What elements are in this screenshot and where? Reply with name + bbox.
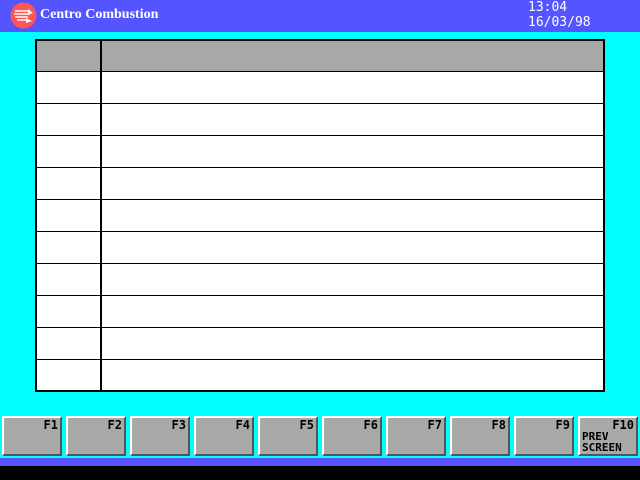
f5-button[interactable]: F5 [258, 416, 318, 456]
f4-button[interactable]: F4 [194, 416, 254, 456]
f6-button[interactable]: F6 [322, 416, 382, 456]
table-cell [107, 296, 597, 327]
fkey-number: F6 [363, 418, 378, 432]
table-cell [41, 200, 98, 231]
table-cell [107, 200, 597, 231]
f9-button[interactable]: F9 [514, 416, 574, 456]
fkey-number: F2 [107, 418, 122, 432]
table-row[interactable] [37, 168, 603, 200]
table-cell [41, 360, 98, 391]
f1-button[interactable]: F1 [2, 416, 62, 456]
table-row[interactable] [37, 104, 603, 136]
table-row[interactable] [37, 200, 603, 232]
table-cell [107, 232, 597, 263]
fkey-number: F4 [235, 418, 250, 432]
fkey-number: F9 [555, 418, 570, 432]
table-header-row [37, 41, 603, 72]
table-cell [41, 232, 98, 263]
title-bar: Centro Combustion 13:04 16/03/98 [0, 0, 640, 32]
table-row[interactable] [37, 72, 603, 104]
table-cell [41, 328, 98, 359]
f8-button[interactable]: F8 [450, 416, 510, 456]
table-row[interactable] [37, 296, 603, 328]
f10-prev-screen-button[interactable]: F10 PREV SCREEN [578, 416, 638, 456]
time-display: 13:04 [528, 0, 568, 15]
fkey-number: F7 [427, 418, 442, 432]
table-cell [41, 168, 98, 199]
fkey-number: F5 [299, 418, 314, 432]
date-display: 16/03/98 [528, 15, 591, 30]
app-title: Centro Combustion [40, 7, 159, 22]
table-row[interactable] [37, 232, 603, 264]
status-strip [0, 458, 640, 466]
fkey-number: F8 [491, 418, 506, 432]
fkey-number: F3 [171, 418, 186, 432]
clock-display: 13:04 16/03/98 [528, 0, 591, 30]
bottom-border [0, 466, 640, 480]
table-cell [41, 104, 98, 135]
table-cell [41, 72, 98, 103]
table-row[interactable] [37, 264, 603, 296]
table-cell [107, 328, 597, 359]
table-header-cell [107, 41, 597, 72]
function-key-bar: F1 F2 F3 F4 F5 F6 F7 F8 F9 F10 PREV SCRE… [0, 416, 640, 458]
main-screen: Centro Combustion 13:04 16/03/98 F1 F2 F… [0, 0, 640, 480]
table-cell [107, 360, 597, 391]
column-divider [100, 41, 102, 390]
table-row[interactable] [37, 328, 603, 360]
table-row[interactable] [37, 136, 603, 168]
table-header-cell [41, 41, 98, 72]
fkey-number: F10 [612, 418, 634, 432]
table-cell [107, 104, 597, 135]
fkey-number: F1 [43, 418, 58, 432]
f2-button[interactable]: F2 [66, 416, 126, 456]
table-cell [41, 136, 98, 167]
table-row[interactable] [37, 360, 603, 392]
data-table [35, 39, 605, 392]
table-cell [107, 264, 597, 295]
table-cell [107, 168, 597, 199]
table-cell [41, 264, 98, 295]
fkey-label: PREV SCREEN [582, 430, 622, 454]
f7-button[interactable]: F7 [386, 416, 446, 456]
table-cell [41, 296, 98, 327]
table-cell [107, 72, 597, 103]
flame-logo-icon [10, 2, 37, 29]
f3-button[interactable]: F3 [130, 416, 190, 456]
table-cell [107, 136, 597, 167]
